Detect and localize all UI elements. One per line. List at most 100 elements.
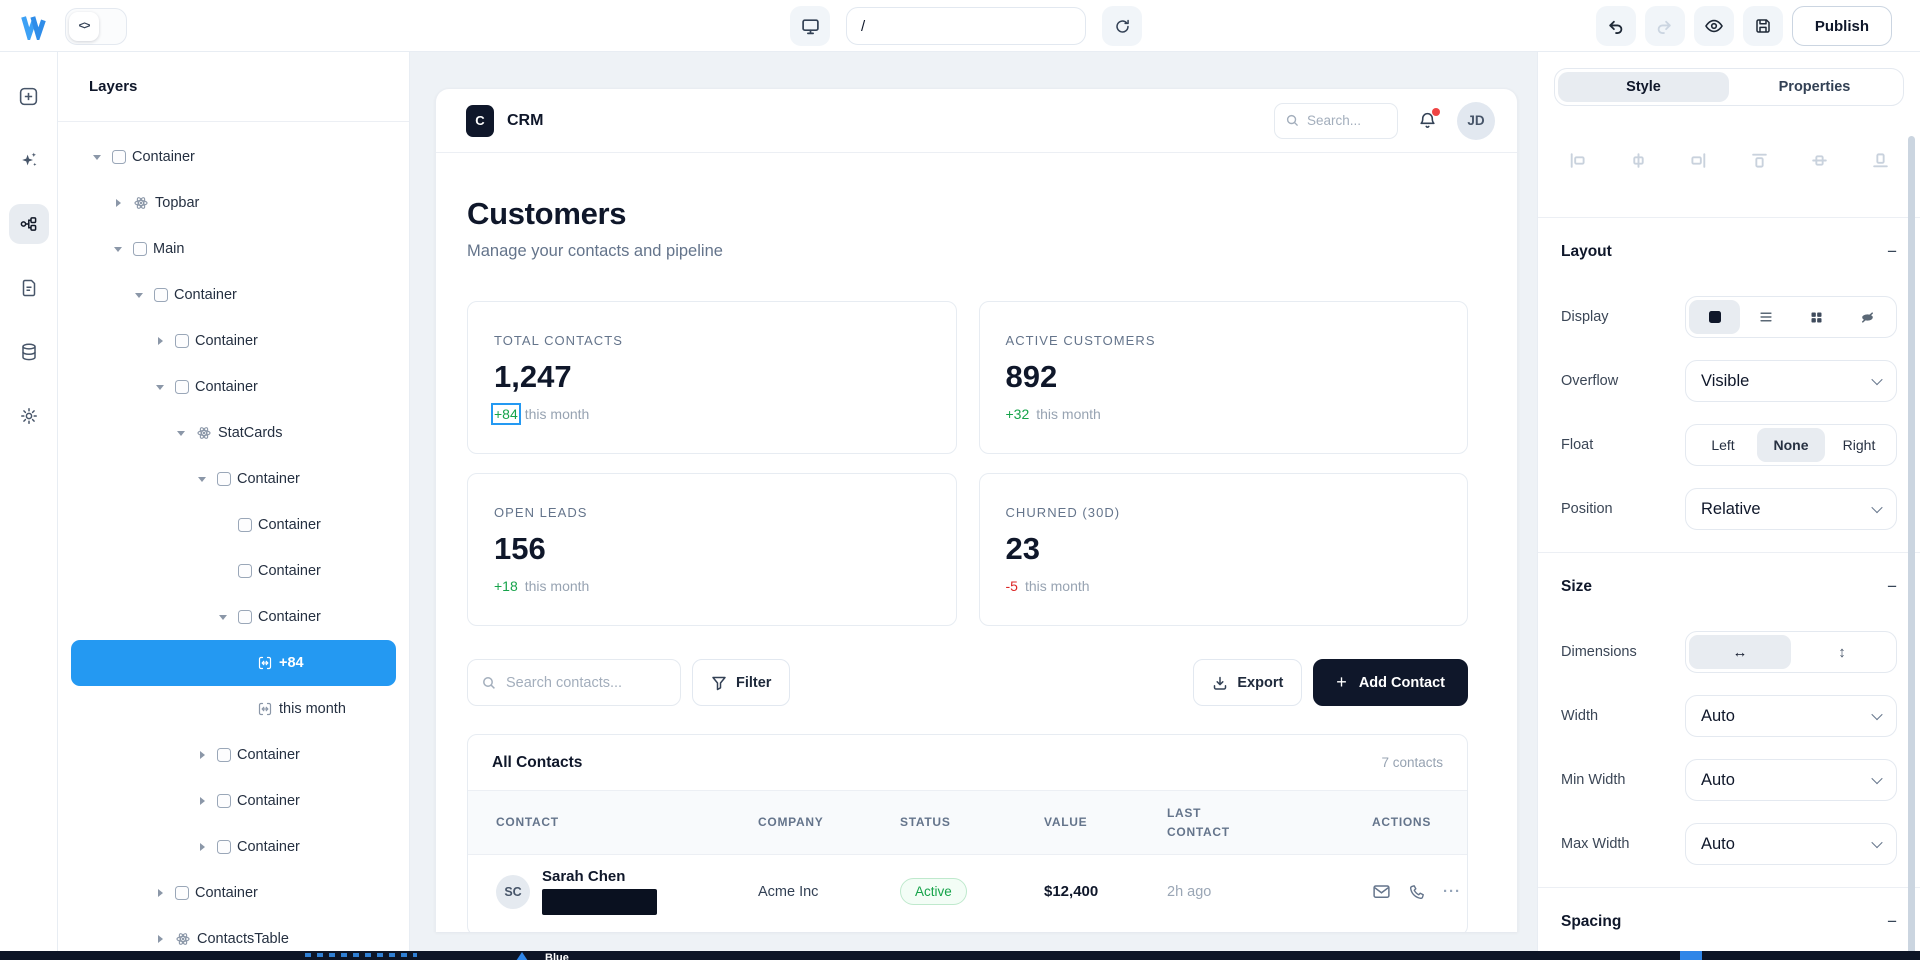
chevron-down-icon[interactable]	[194, 471, 211, 487]
chevron-down-icon	[1871, 773, 1882, 784]
chevron-down-icon[interactable]	[152, 379, 169, 395]
url-input[interactable]	[846, 7, 1086, 45]
layer-row-container[interactable]: Container	[71, 318, 396, 364]
filter-button[interactable]: Filter	[692, 659, 790, 706]
plus-square-icon	[18, 86, 39, 107]
crm-search-input[interactable]	[1307, 113, 1387, 128]
chevron-right-icon[interactable]	[194, 839, 211, 855]
align-bottom-icon[interactable]	[1871, 151, 1890, 170]
text-span-icon	[257, 701, 273, 717]
stat-card-open-leads[interactable]: OPEN LEADS 156 +18 this month	[467, 473, 957, 626]
chevron-down-icon[interactable]	[173, 425, 190, 441]
layer-row-container[interactable]: Container	[71, 134, 396, 180]
float-right-option[interactable]: Right	[1825, 428, 1893, 462]
layer-row-topbar[interactable]: Topbar	[71, 180, 396, 226]
layer-row-container[interactable]: Container	[71, 870, 396, 916]
min-width-label: Min Width	[1561, 772, 1685, 788]
display-none-option[interactable]	[1842, 300, 1893, 334]
dimension-height-option[interactable]: ↕	[1791, 635, 1893, 669]
layer-row-container[interactable]: Container	[71, 594, 396, 640]
publish-button[interactable]: Publish	[1792, 6, 1892, 46]
export-button[interactable]: Export	[1193, 659, 1302, 706]
align-left-icon[interactable]	[1568, 151, 1587, 170]
layer-row-statcards[interactable]: StatCards	[71, 410, 396, 456]
align-center-horizontal-icon[interactable]	[1629, 151, 1648, 170]
refresh-icon	[1114, 18, 1131, 35]
layer-row-container[interactable]: Container	[71, 548, 396, 594]
add-contact-button[interactable]: + Add Contact	[1313, 659, 1468, 706]
panel-scrollbar[interactable]	[1908, 136, 1915, 960]
layer-row-main[interactable]: Main	[71, 226, 396, 272]
save-button[interactable]	[1743, 6, 1783, 46]
ellipsis-icon[interactable]: ···	[1443, 883, 1461, 900]
refresh-button[interactable]	[1102, 6, 1142, 46]
chevron-right-icon[interactable]	[194, 747, 211, 763]
chevron-down-icon[interactable]	[89, 149, 106, 165]
display-grid-option[interactable]	[1791, 300, 1842, 334]
device-desktop-button[interactable]	[790, 6, 830, 46]
contact-last-contact: 2h ago	[1167, 884, 1372, 900]
float-none-option[interactable]: None	[1757, 428, 1825, 462]
collapse-size-button[interactable]: −	[1887, 577, 1897, 597]
stat-card-total-contacts[interactable]: TOTAL CONTACTS 1,247 +84 this month	[467, 301, 957, 454]
contacts-search-box[interactable]	[467, 659, 681, 706]
width-select[interactable]: Auto	[1685, 695, 1897, 737]
undo-button[interactable]	[1596, 6, 1636, 46]
chevron-right-icon[interactable]	[152, 931, 169, 947]
ai-assistant-button[interactable]	[9, 140, 49, 180]
app-logo[interactable]	[20, 13, 47, 40]
chevron-down-icon[interactable]	[131, 287, 148, 303]
phone-icon[interactable]	[1408, 883, 1426, 901]
layers-tool-button[interactable]	[9, 204, 49, 244]
max-width-select[interactable]: Auto	[1685, 823, 1897, 865]
dimension-width-option[interactable]: ↔	[1689, 635, 1791, 669]
settings-button[interactable]	[9, 396, 49, 436]
layer-row-container[interactable]: Container	[71, 364, 396, 410]
crm-search-box[interactable]	[1274, 103, 1398, 139]
min-width-select[interactable]: Auto	[1685, 759, 1897, 801]
chevron-right-icon[interactable]	[152, 333, 169, 349]
stat-card-active-customers[interactable]: ACTIVE CUSTOMERS 892 +32 this month	[979, 301, 1469, 454]
layer-row-container[interactable]: Container	[71, 456, 396, 502]
preview-button[interactable]	[1694, 6, 1734, 46]
chevron-right-icon[interactable]	[110, 195, 127, 211]
notifications-button[interactable]	[1418, 111, 1437, 130]
redo-button[interactable]	[1645, 6, 1685, 46]
display-block-option[interactable]	[1689, 300, 1740, 334]
layer-row-container[interactable]: Container	[71, 272, 396, 318]
chevron-down-icon[interactable]	[110, 241, 127, 257]
contacts-search-input[interactable]	[506, 675, 666, 691]
layer-row-period-text[interactable]: this month	[71, 686, 396, 732]
container-icon	[175, 886, 189, 900]
collapse-spacing-button[interactable]: −	[1887, 912, 1897, 932]
data-button[interactable]	[9, 332, 49, 372]
layer-row-container[interactable]: Container	[71, 824, 396, 870]
layer-row-container[interactable]: Container	[71, 778, 396, 824]
chevron-right-icon[interactable]	[152, 885, 169, 901]
align-right-icon[interactable]	[1689, 151, 1708, 170]
position-select[interactable]: Relative	[1685, 488, 1897, 530]
table-row[interactable]: SC Sarah Chen Acme Inc Active $12,400 2h…	[468, 855, 1467, 932]
chevron-down-icon[interactable]	[215, 609, 232, 625]
user-avatar[interactable]: JD	[1457, 102, 1495, 140]
layer-row-container[interactable]: Container	[71, 732, 396, 778]
layer-row-container[interactable]: Container	[71, 502, 396, 548]
selected-delta-text[interactable]: +84	[494, 406, 518, 422]
add-element-button[interactable]	[9, 76, 49, 116]
float-left-option[interactable]: Left	[1689, 428, 1757, 462]
tab-style[interactable]: Style	[1558, 72, 1729, 102]
display-flex-option[interactable]	[1740, 300, 1791, 334]
align-center-vertical-icon[interactable]	[1810, 151, 1829, 170]
collapse-layout-button[interactable]: −	[1887, 242, 1897, 262]
overflow-select[interactable]: Visible	[1685, 360, 1897, 402]
float-segmented-control: Left None Right	[1685, 424, 1897, 466]
stat-card-churned[interactable]: CHURNED (30D) 23 -5 this month	[979, 473, 1469, 626]
align-top-icon[interactable]	[1750, 151, 1769, 170]
mail-icon[interactable]	[1372, 882, 1391, 901]
chevron-right-icon[interactable]	[194, 793, 211, 809]
pages-button[interactable]	[9, 268, 49, 308]
crm-logo: C	[466, 105, 494, 137]
code-view-toggle[interactable]: <>	[65, 8, 127, 45]
tab-properties[interactable]: Properties	[1729, 72, 1900, 102]
layer-row-selected-delta-text[interactable]: +84	[71, 640, 396, 686]
